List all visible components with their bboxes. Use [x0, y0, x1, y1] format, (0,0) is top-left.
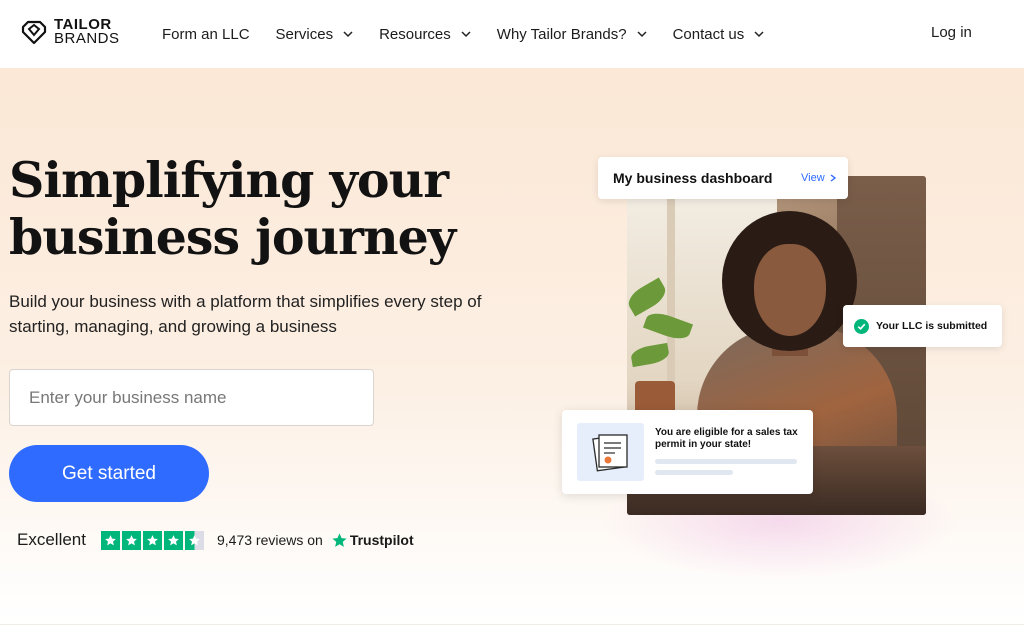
nav-item-label: Resources — [379, 25, 451, 43]
star-icon — [100, 530, 120, 550]
business-dashboard-card: My business dashboard View — [598, 157, 848, 199]
dashboard-view-link[interactable]: View — [801, 172, 837, 184]
heart-shield-logo-icon — [21, 20, 47, 45]
chevron-right-icon — [830, 174, 836, 182]
chevron-down-icon — [637, 31, 647, 38]
trustpilot-rating[interactable]: Excellent 9,473 reviews on Trustpilot — [17, 528, 414, 552]
section-divider — [0, 624, 1024, 638]
star-icon — [142, 530, 162, 550]
hero-headline: Simplifying your business journey — [9, 151, 456, 266]
check-circle-icon — [854, 318, 869, 334]
llc-status-text: Your LLC is submitted — [876, 320, 988, 332]
trustpilot-name: Trustpilot — [349, 532, 414, 548]
nav-item-label: Contact us — [672, 25, 745, 43]
nav-links: Form an LLC Services Resources Why Tailo… — [162, 0, 790, 68]
llc-submitted-card: Your LLC is submitted — [843, 305, 1002, 347]
nav-item-label: Services — [275, 25, 334, 43]
placeholder-bar — [655, 470, 733, 475]
brand-logo[interactable]: TAILOR BRANDS — [20, 17, 120, 47]
rating-label: Excellent — [17, 530, 86, 549]
document-certificate-icon — [577, 423, 644, 481]
reviews-count: 9,473 reviews on — [216, 532, 323, 548]
business-name-input[interactable] — [9, 369, 374, 426]
nav-item-resources[interactable]: Resources — [379, 26, 471, 43]
get-started-button[interactable]: Get started — [9, 445, 209, 502]
star-icon — [121, 530, 141, 550]
nav-item-why-tailor-brands[interactable]: Why Tailor Brands? — [497, 26, 647, 43]
nav-item-form-llc[interactable]: Form an LLC — [162, 26, 250, 43]
nav-item-label: Why Tailor Brands? — [496, 25, 627, 43]
login-link[interactable]: Log in — [931, 24, 972, 41]
trustpilot-star-icon — [332, 532, 347, 547]
half-star-icon — [184, 530, 204, 550]
nav-item-services[interactable]: Services — [276, 26, 354, 43]
brand-name-line2: BRANDS — [54, 30, 120, 47]
nav-item-label: Form an LLC — [162, 25, 250, 43]
chevron-down-icon — [754, 31, 764, 38]
sales-tax-permit-card: You are eligible for a sales tax permit … — [562, 410, 813, 494]
view-link-label: View — [801, 172, 825, 184]
star-icon — [163, 530, 183, 550]
dashboard-card-title: My business dashboard — [613, 170, 773, 186]
top-navigation: TAILOR BRANDS Form an LLC Services Resou… — [0, 0, 1024, 68]
hero-subhead: Build your business with a platform that… — [9, 292, 482, 336]
chevron-down-icon — [343, 31, 353, 38]
trustpilot-logo: Trustpilot — [331, 532, 414, 549]
nav-item-contact-us[interactable]: Contact us — [673, 26, 765, 43]
chevron-down-icon — [461, 31, 471, 38]
tax-permit-message: You are eligible for a sales tax permit … — [655, 427, 798, 450]
placeholder-bar — [655, 459, 797, 464]
rating-stars — [100, 530, 204, 550]
